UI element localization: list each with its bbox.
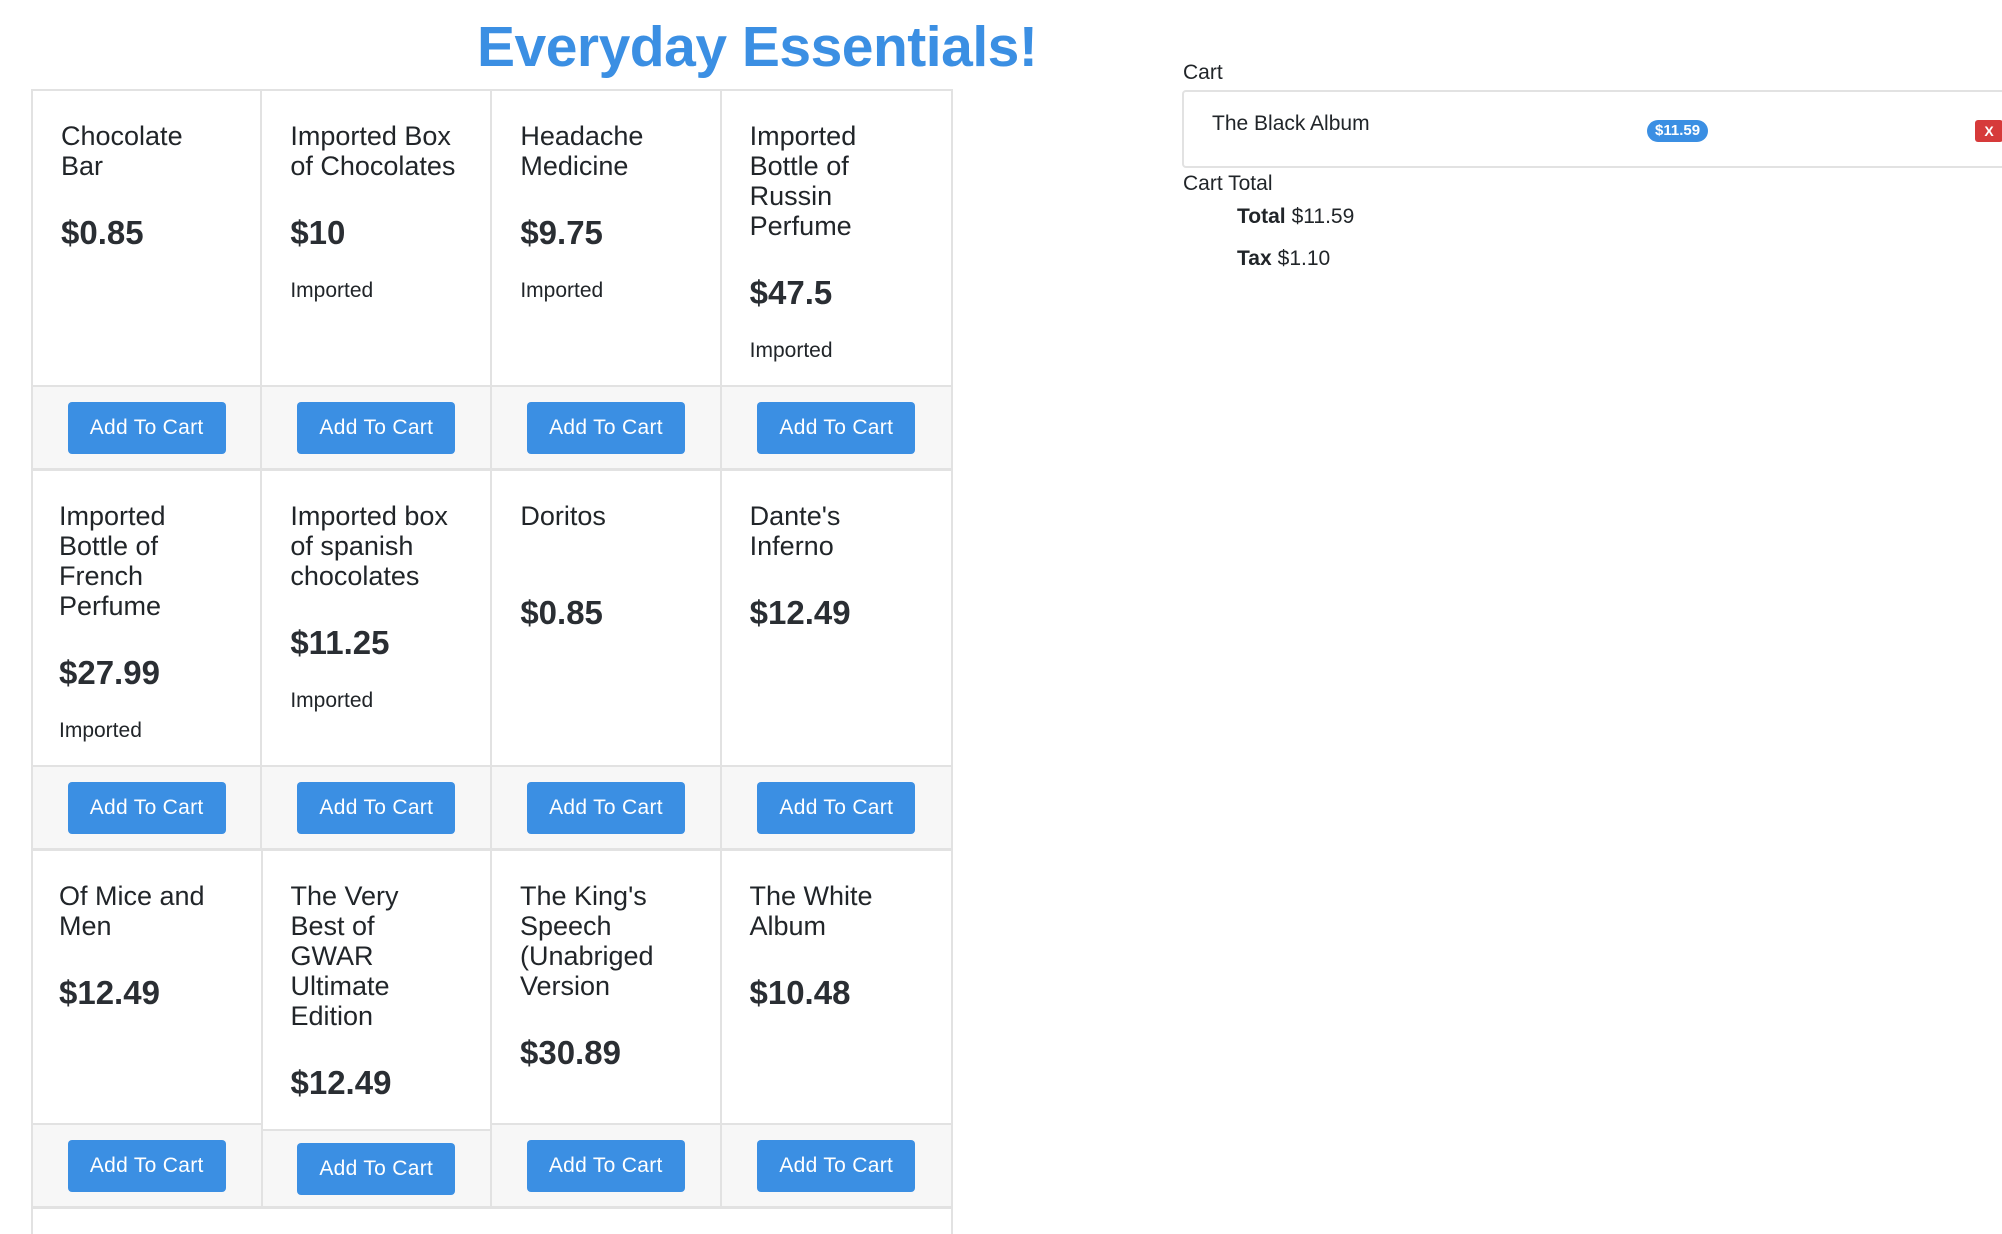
product-name: Of Mice and Men bbox=[59, 881, 205, 941]
cart-list: The Black Album $11.59 X bbox=[1182, 90, 2002, 168]
product-tag: Imported bbox=[59, 719, 142, 742]
add-to-cart-button[interactable]: Add To Cart bbox=[757, 781, 916, 834]
product-row: Of Mice and Men $12.49 Add To Cart The V… bbox=[33, 851, 951, 1209]
add-to-cart-button[interactable]: Add To Cart bbox=[67, 781, 226, 834]
product-price: $11.25 bbox=[290, 624, 390, 661]
product-tag: Imported bbox=[290, 279, 374, 302]
product-card: Doritos $0.85 Add To Cart bbox=[492, 471, 722, 851]
page-title: Everyday Essentials! bbox=[477, 15, 1038, 79]
page: Everyday Essentials! Chocolate Bar $0.85… bbox=[0, 0, 2002, 1234]
product-card: Imported Bottle of French Perfume $27.99… bbox=[33, 471, 263, 851]
add-to-cart-button[interactable]: Add To Cart bbox=[757, 1139, 916, 1192]
add-to-cart-button[interactable]: Add To Cart bbox=[297, 781, 456, 834]
product-name: Imported Bottle of French Perfume bbox=[59, 501, 166, 621]
product-price: $0.85 bbox=[520, 594, 603, 631]
product-card: Of Mice and Men $12.49 Add To Cart bbox=[33, 851, 263, 1209]
tax-value: $1.10 bbox=[1277, 247, 1331, 270]
add-to-cart-button[interactable]: Add To Cart bbox=[757, 401, 916, 454]
product-tag: Imported bbox=[520, 279, 604, 302]
cart-label: Cart bbox=[1183, 61, 1223, 84]
product-row: Chocolate Bar $0.85 Add To Cart Imported… bbox=[33, 91, 951, 471]
cart-total-line: Total $11.59 bbox=[1237, 205, 1354, 229]
product-price: $9.75 bbox=[520, 214, 603, 251]
add-to-cart-button[interactable]: Add To Cart bbox=[526, 1139, 685, 1192]
product-row: Imported Bottle of French Perfume $27.99… bbox=[33, 471, 951, 851]
product-card: Imported Bottle of Russin Perfume $47.5 … bbox=[721, 91, 951, 471]
product-card: The King's Speech (Unabriged Version $30… bbox=[492, 851, 722, 1209]
product-name: Chocolate Bar bbox=[61, 121, 183, 181]
product-card: Imported Box of Chocolates $10 Imported … bbox=[262, 91, 493, 471]
add-to-cart-button[interactable]: Add To Cart bbox=[297, 401, 456, 454]
product-price: $12.49 bbox=[749, 594, 851, 631]
product-price: $12.49 bbox=[290, 1064, 392, 1101]
product-name: Imported Box of Chocolates bbox=[290, 121, 456, 181]
add-to-cart-button[interactable]: Add To Cart bbox=[297, 1142, 456, 1195]
product-tag: Imported bbox=[290, 689, 374, 712]
total-key: Total bbox=[1237, 205, 1286, 228]
add-to-cart-button[interactable]: Add To Cart bbox=[526, 401, 685, 454]
product-price: $27.99 bbox=[59, 654, 160, 691]
product-card: The White Album $10.48 Add To Cart bbox=[721, 851, 951, 1209]
add-to-cart-button[interactable]: Add To Cart bbox=[526, 781, 685, 834]
product-grid: Chocolate Bar $0.85 Add To Cart Imported… bbox=[31, 89, 953, 1234]
product-name: Doritos bbox=[520, 501, 606, 531]
product-card: Headache Medicine $9.75 Imported Add To … bbox=[492, 91, 722, 471]
product-price: $12.49 bbox=[59, 974, 160, 1011]
product-card: The Very Best of GWAR Ultimate Edition $… bbox=[262, 851, 492, 1209]
cart-item-name: The Black Album bbox=[1212, 112, 1370, 135]
cart-item-price-badge: $11.59 bbox=[1647, 120, 1709, 142]
product-name: Dante's Inferno bbox=[749, 501, 841, 561]
product-name: The White Album bbox=[749, 881, 873, 941]
product-price: $10.48 bbox=[749, 974, 851, 1011]
product-name: The King's Speech (Unabriged Version bbox=[520, 881, 654, 1001]
cart-tax-line: Tax $1.10 bbox=[1237, 247, 1330, 271]
add-to-cart-button[interactable]: Add To Cart bbox=[67, 1139, 226, 1192]
total-value: $11.59 bbox=[1291, 205, 1355, 228]
product-price: $30.89 bbox=[520, 1034, 621, 1071]
product-name: Imported Bottle of Russin Perfume bbox=[749, 121, 857, 241]
product-card: Imported box of spanish chocolates $11.2… bbox=[262, 471, 493, 851]
product-card: Chocolate Bar $0.85 Add To Cart bbox=[33, 91, 263, 471]
product-name: Imported box of spanish chocolates bbox=[290, 501, 448, 591]
product-card: Dante's Inferno $12.49 Add To Cart bbox=[721, 471, 951, 851]
product-price: $10 bbox=[290, 214, 346, 251]
tax-key: Tax bbox=[1237, 247, 1272, 270]
remove-item-button[interactable]: X bbox=[1975, 120, 2002, 142]
product-name: Headache Medicine bbox=[520, 121, 644, 181]
add-to-cart-button[interactable]: Add To Cart bbox=[67, 401, 226, 454]
cart-total-label: Cart Total bbox=[1183, 172, 1273, 195]
product-name: The Very Best of GWAR Ultimate Edition bbox=[290, 881, 399, 1031]
product-price: $0.85 bbox=[61, 214, 144, 251]
product-tag: Imported bbox=[749, 339, 833, 362]
product-price: $47.5 bbox=[749, 274, 833, 311]
